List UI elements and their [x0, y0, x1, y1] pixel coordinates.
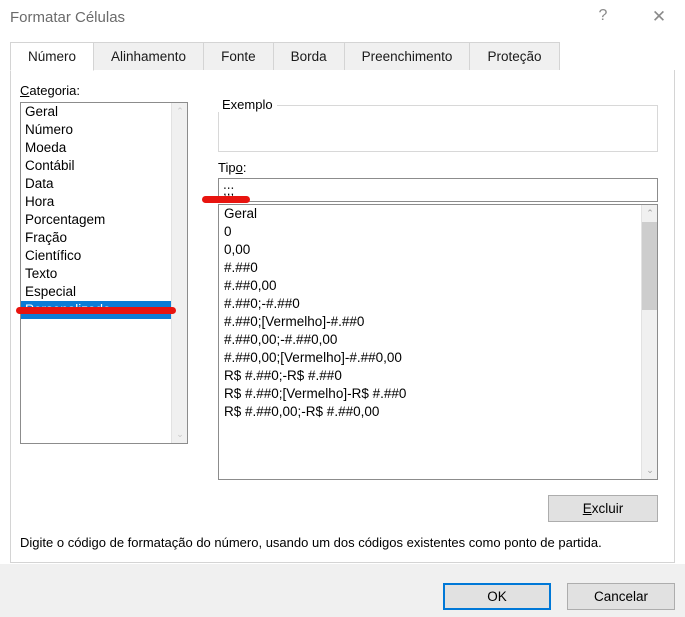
scroll-down-icon[interactable]: ⌄ — [172, 426, 187, 443]
format-code-list-item[interactable]: #.##0,00 — [219, 277, 641, 295]
format-code-list-item[interactable]: 0 — [219, 223, 641, 241]
tab-fonte[interactable]: Fonte — [204, 42, 274, 71]
format-code-list-item[interactable]: #.##0 — [219, 259, 641, 277]
tab-alinhamento[interactable]: Alinhamento — [94, 42, 205, 71]
example-groupbox — [218, 105, 658, 152]
annotation-underline-category — [16, 307, 176, 314]
delete-button[interactable]: Excluir — [548, 495, 658, 522]
category-list-item[interactable]: Especial — [21, 283, 173, 301]
format-code-list-items: Geral 0 0,00 #.##0 #.##0,00 #.##0;-#.##0 #.##0… — [219, 205, 641, 421]
category-list-item[interactable]: Moeda — [21, 139, 173, 157]
category-list-item[interactable]: Texto — [21, 265, 173, 283]
cancel-button[interactable]: Cancelar — [567, 583, 675, 610]
help-icon[interactable]: ? — [580, 0, 626, 32]
close-icon[interactable]: ✕ — [636, 0, 682, 32]
number-tab-panel: Categoria: Geral Número Moeda Contábil Data H… — [10, 70, 675, 563]
category-list-item[interactable]: Científico — [21, 247, 173, 265]
scroll-down-icon[interactable]: ⌄ — [642, 462, 657, 479]
delete-button-label: xcluir — [591, 501, 624, 516]
category-listbox[interactable]: Geral Número Moeda Contábil Data Hora Porcenta… — [20, 102, 188, 444]
tab-borda[interactable]: Borda — [273, 42, 345, 71]
annotation-underline-type — [202, 196, 250, 203]
type-label-accel: o — [235, 160, 243, 175]
title-bar: Formatar Células ? ✕ — [0, 0, 685, 36]
tab-strip: Número Alinhamento Fonte Borda Preenchim… — [10, 42, 675, 71]
format-code-list-item[interactable]: #.##0;-#.##0 — [219, 295, 641, 313]
scrollbar-thumb[interactable] — [642, 222, 657, 310]
format-code-list-item[interactable]: #.##0,00;[Vermelho]-#.##0,00 — [219, 349, 641, 367]
scroll-up-icon[interactable]: ⌃ — [172, 103, 187, 120]
type-label-prefix: Tip — [218, 160, 236, 175]
scroll-up-icon[interactable]: ⌃ — [642, 205, 657, 222]
format-code-list-item[interactable]: Geral — [219, 205, 641, 223]
category-label-accel: C — [20, 83, 30, 98]
tab-protecao[interactable]: Proteção — [470, 42, 560, 71]
format-code-list-item[interactable]: R$ #.##0;[Vermelho]-R$ #.##0 — [219, 385, 641, 403]
category-list-item[interactable]: Número — [21, 121, 173, 139]
format-code-listbox[interactable]: Geral 0 0,00 #.##0 #.##0,00 #.##0;-#.##0 #.##0… — [218, 204, 658, 480]
category-list-item[interactable]: Geral — [21, 103, 173, 121]
category-list-item[interactable]: Hora — [21, 193, 173, 211]
ok-button[interactable]: OK — [443, 583, 551, 610]
category-list-item[interactable]: Contábil — [21, 157, 173, 175]
category-label-text: ategoria: — [29, 83, 80, 98]
format-code-list-item[interactable]: 0,00 — [219, 241, 641, 259]
window-title: Formatar Células — [10, 9, 126, 26]
format-code-list-item[interactable]: #.##0;[Vermelho]-#.##0 — [219, 313, 641, 331]
description-text: Digite o código de formatação do número,… — [20, 535, 602, 550]
type-label: Tipo: — [218, 160, 246, 175]
category-list-item[interactable]: Data — [21, 175, 173, 193]
format-code-list-item[interactable]: R$ #.##0,00;-R$ #.##0,00 — [219, 403, 641, 421]
tab-numero[interactable]: Número — [10, 42, 95, 71]
category-list-item[interactable]: Porcentagem — [21, 211, 173, 229]
type-label-suffix: : — [242, 160, 247, 175]
format-code-list-item[interactable]: #.##0,00;-#.##0,00 — [219, 331, 641, 349]
format-code-scrollbar[interactable]: ⌃ ⌄ — [641, 205, 657, 479]
category-list-item[interactable]: Fração — [21, 229, 173, 247]
example-groupbox-title: Exemplo — [218, 97, 277, 112]
category-label: Categoria: — [20, 83, 80, 98]
delete-button-accel: E — [582, 501, 592, 516]
type-input[interactable] — [218, 178, 658, 202]
format-code-list-item[interactable]: R$ #.##0;-R$ #.##0 — [219, 367, 641, 385]
category-scrollbar[interactable]: ⌃ ⌄ — [171, 103, 187, 443]
tab-preenchimento[interactable]: Preenchimento — [344, 42, 471, 71]
category-list-items: Geral Número Moeda Contábil Data Hora Porcenta… — [21, 103, 173, 319]
